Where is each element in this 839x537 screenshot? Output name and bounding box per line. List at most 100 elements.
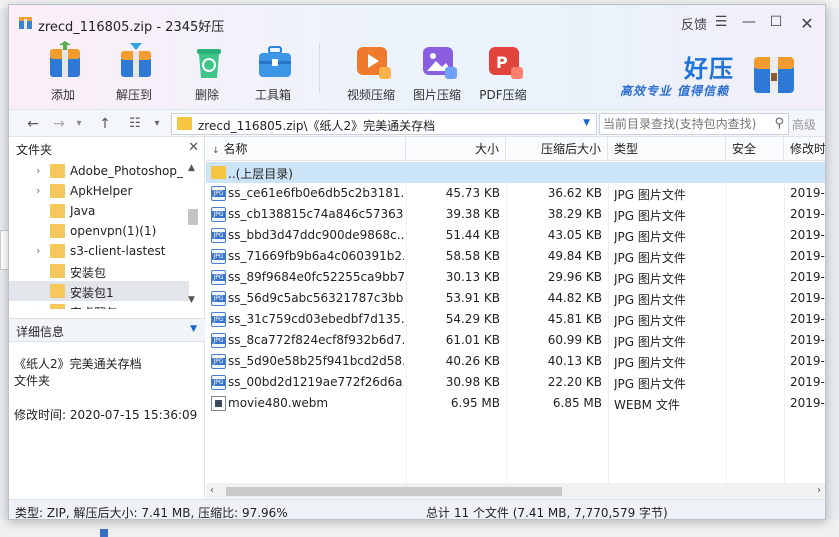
file-compressed-size: 44.82 KB [547,291,602,305]
column-compressed-size[interactable]: 压缩后大小 [506,137,608,161]
horizontal-scrollbar[interactable]: ‹ › [206,483,825,499]
archive-info: 类型: ZIP, 解压后大小: 7.41 MB, 压缩比: 97.96% [15,506,288,520]
tree-item[interactable]: 安装包1 [9,281,189,301]
path-dropdown-icon[interactable]: ▼ [583,118,590,128]
column-type[interactable]: 类型 [608,137,726,161]
image-compress-button[interactable]: 图片压缩 [405,39,469,103]
toolbox-icon [259,46,291,77]
table-row[interactable]: ss_89f9684e0fc52255ca9bb7... 30.13 KB 29.9… [206,267,825,288]
tree-scrollbar[interactable]: ▲ ▼ [185,161,201,309]
folder-icon [50,184,65,198]
column-mtime[interactable]: 修改时 [784,137,825,161]
file-type: JPG 图片文件 [614,356,686,370]
folder-panel: 文件夹 ✕ › Adobe_Photoshop_ › ApkHelper Java ope… [9,137,205,499]
close-button[interactable]: ✕ [797,14,817,33]
feedback-button[interactable]: 反馈 [679,14,709,33]
column-name[interactable]: ↓ 名称 [206,137,406,161]
up-arrow-icon[interactable]: ↑ [95,114,115,134]
file-type: JPG 图片文件 [614,230,686,244]
tree-item[interactable]: › 安卓翻包 [9,301,189,309]
jpg-file-icon [211,291,226,306]
tree-item[interactable]: › Adobe_Photoshop_ [9,161,189,181]
file-type: JPG 图片文件 [614,314,686,328]
file-mtime: 2019- [790,291,825,305]
table-row[interactable]: ss_5d90e58b25f941bcd2d58... 40.26 KB 40.13… [206,351,825,372]
status-bar: 类型: ZIP, 解压后大小: 7.41 MB, 压缩比: 97.96% 总计 … [9,499,825,520]
jpg-file-icon [211,354,226,369]
history-dropdown-icon[interactable]: ▾ [69,114,89,134]
file-total: 总计 11 个文件 (7.41 MB, 7,770,579 字节) [426,506,668,520]
file-type: JPG 图片文件 [614,209,686,223]
chevron-right-icon[interactable]: › [36,184,40,197]
close-icon[interactable]: ✕ [188,140,199,155]
file-size: 30.13 KB [445,270,500,284]
pdf-compress-label: PDF压缩 [479,88,527,102]
jpg-file-icon [211,270,226,285]
scroll-left-icon[interactable]: ‹ [210,485,214,496]
tree-item[interactable]: openvpn(1)(1) [9,221,189,241]
table-row[interactable]: ss_ce61e6fb0e6db5c2b3181... 45.73 KB 36.62… [206,183,825,204]
table-row[interactable]: ss_bbd3d47ddc900de9868c... 51.44 KB 43.05 … [206,225,825,246]
file-size: 58.58 KB [445,249,500,263]
file-compressed-size: 29.96 KB [547,270,602,284]
tree-item[interactable]: Java [9,201,189,221]
search-icon[interactable]: ⚲ [774,116,784,131]
image-compress-label: 图片压缩 [412,88,461,102]
chevron-right-icon[interactable]: › [36,244,40,257]
table-row[interactable]: ss_31c759cd03ebedbf7d135... 54.29 KB 45.81… [206,309,825,330]
table-row[interactable]: ss_00bd2d1219ae772f26d6a... 30.98 KB 22.20… [206,372,825,393]
chevron-down-icon[interactable]: ▼ [190,324,197,334]
detail-header[interactable]: 详细信息 ▼ [9,318,205,342]
table-row[interactable]: ss_71669fb9b6a4c060391b2... 58.58 KB 49.84… [206,246,825,267]
tree-item[interactable]: › s3-client-lastest [9,241,189,261]
search-input[interactable] [603,116,763,132]
file-type: JPG 图片文件 [614,272,686,286]
file-mtime: 2019- [790,354,825,368]
file-name: ss_89f9684e0fc52255ca9bb7... [228,270,404,284]
file-compressed-size: 6.85 MB [552,396,602,410]
folder-icon [50,264,65,278]
view-mode-dropdown-icon[interactable]: ▾ [147,114,167,134]
add-button[interactable]: 添加 [31,39,95,103]
table-row[interactable]: ss_56d9c5abc56321787c3bb... 53.91 KB 44.82… [206,288,825,309]
file-name: ss_31c759cd03ebedbf7d135... [228,312,404,326]
scroll-thumb[interactable] [226,487,562,496]
column-security[interactable]: 安全 [726,137,784,161]
advanced-search-button[interactable]: 高级 [792,116,816,133]
chevron-right-icon[interactable]: › [36,304,40,309]
parent-directory-row[interactable]: ..(上层目录) [206,162,825,183]
column-size[interactable]: 大小 [406,137,506,161]
minimize-button[interactable]: — [739,14,759,32]
pdf-compress-icon: P [489,47,523,79]
file-mtime: 2019- [790,312,825,326]
table-row[interactable]: movie480.webm 6.95 MB 6.85 MB WEBM 文件 2019- [206,393,825,414]
video-compress-button[interactable]: 视频压缩 [339,39,403,103]
jpg-file-icon [211,375,226,390]
tree-item[interactable]: › ApkHelper [9,181,189,201]
path-field[interactable]: zrecd_116805.zip\《纸人2》完美通关存档 ▼ [171,113,597,135]
menu-icon[interactable]: ☰ [713,14,729,32]
delete-button[interactable]: 删除 [175,39,239,103]
file-mtime: 2019- [790,249,825,263]
jpg-file-icon [211,312,226,327]
forward-arrow-icon[interactable]: → [49,114,69,134]
pdf-compress-button[interactable]: P PDF压缩 [471,39,535,103]
toolbox-button[interactable]: 工具箱 [241,39,305,103]
tree-item[interactable]: 安装包 [9,261,189,281]
scroll-up-icon[interactable]: ▲ [188,163,195,173]
file-size: 30.98 KB [445,375,500,389]
maximize-button[interactable]: ☐ [766,14,786,32]
table-row[interactable]: ss_8ca772f824ecf8f932b6d7... 61.01 KB 60.9… [206,330,825,351]
chevron-right-icon[interactable]: › [36,164,40,177]
view-mode-icon[interactable]: ☷ [125,114,145,134]
back-arrow-icon[interactable]: ← [23,114,43,134]
tree-item-label: 安装包 [70,266,107,280]
brand-logo-icon [754,57,794,93]
scroll-thumb[interactable] [188,209,198,225]
table-row[interactable]: ss_cb138815c74a846c57363... 39.38 KB 38.29… [206,204,825,225]
extract-button[interactable]: 解压到 [102,39,166,103]
scroll-down-icon[interactable]: ▼ [188,295,195,305]
scroll-right-icon[interactable]: › [817,485,821,496]
file-type: JPG 图片文件 [614,335,686,349]
jpg-file-icon [211,228,226,243]
